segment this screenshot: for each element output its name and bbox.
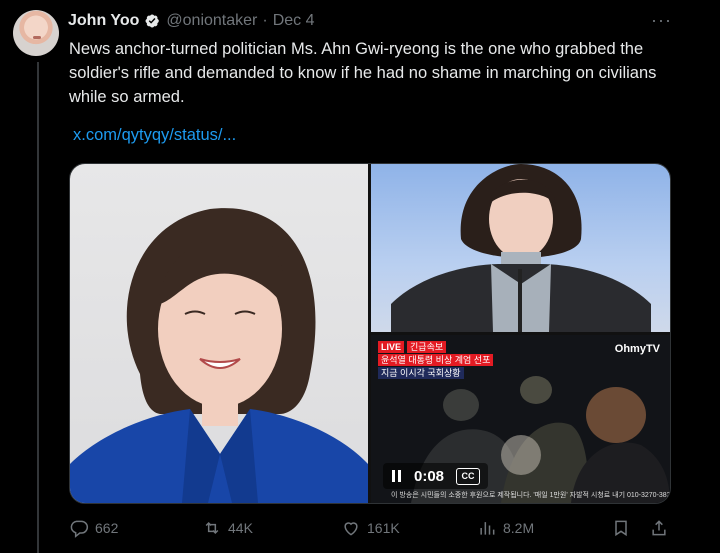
portrait-illustration [70,208,368,503]
tweet-header: John Yoo @oniontaker · Dec 4 [68,11,315,31]
broadcast-subline: 지금 이시각 국회상황 [378,367,464,379]
views-icon [480,522,495,535]
live-badge: LIVE [378,341,405,353]
cc-icon[interactable]: CC [456,467,481,485]
tweet-date[interactable]: Dec 4 [273,12,315,30]
reply-button[interactable]: 662 [69,514,118,542]
bookmark-icon [615,520,627,537]
portrait-photo[interactable] [70,164,368,503]
repost-button[interactable]: 44K [202,514,253,542]
broadcast-headline: 윤석열 대통령 비상 계엄 선포 [378,354,494,366]
channel-logo: OhmyTV [614,343,660,355]
handle[interactable]: @oniontaker [166,12,257,30]
separator-dot: · [262,12,268,29]
video-time: 0:08 [414,467,445,485]
like-count: 161K [367,520,400,536]
reply-icon [70,520,89,538]
broadcast-video[interactable]: LIVE 긴급속보 윤석열 대통령 비상 계엄 선포 지금 이시각 국회상황 Oh… [371,335,670,503]
like-button[interactable]: 161K [341,514,400,542]
video-controls: 0:08 CC [383,463,489,489]
broadcast-overlay: LIVE 긴급속보 윤석열 대통령 비상 계엄 선포 지금 이시각 국회상황 [378,341,494,379]
tweet-text: News anchor-turned politician Ms. Ahn Gw… [69,40,657,106]
repost-icon [205,521,219,535]
view-count: 8.2M [503,520,535,536]
verified-badge-icon [144,13,160,29]
press-illustration [391,164,651,332]
press-conference-photo[interactable] [371,164,670,332]
like-icon [344,522,358,536]
display-name[interactable]: John Yoo [68,12,139,30]
repost-count: 44K [228,520,253,536]
share-icon [652,520,666,536]
bookmark-button[interactable] [611,514,631,542]
share-button[interactable] [649,514,669,542]
thread-line [37,62,39,553]
more-icon[interactable]: ··· [651,10,672,31]
pause-icon[interactable] [391,470,402,482]
tweet-link[interactable]: x.com/qytyqy/status/... [73,126,236,145]
avatar[interactable] [13,10,59,56]
broadcast-ticker: 이 방송은 시민들의 소중한 후원으로 제작됩니다. '매일 1만원' 자발적 … [391,492,670,499]
media-grid[interactable]: LIVE 긴급속보 윤석열 대통령 비상 계엄 선포 지금 이시각 국회상황 Oh… [69,163,671,504]
breaking-label: 긴급속보 [407,341,447,353]
views-button[interactable]: 8.2M [477,514,534,542]
reply-count: 662 [95,520,119,536]
action-bar: 662 44K 161K 8.2M [69,514,679,544]
